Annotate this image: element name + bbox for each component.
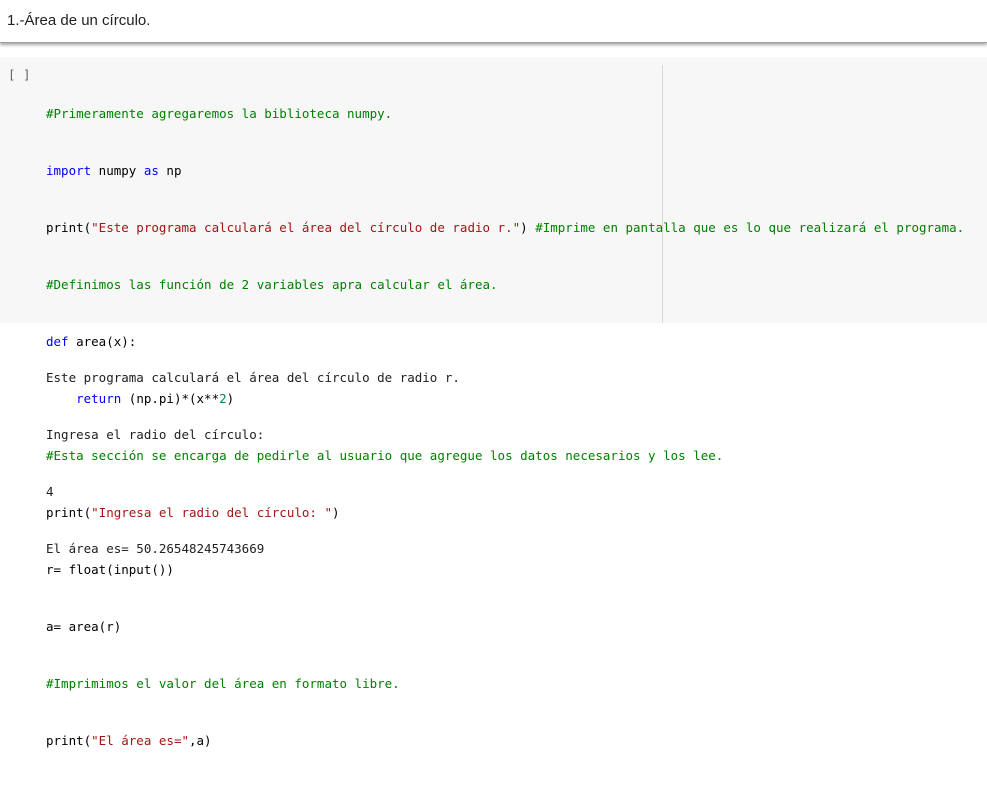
- cell-output: Este programa calculará el área del círc…: [46, 330, 460, 577]
- code-line: #Definimos las función de 2 variables ap…: [46, 277, 498, 292]
- code-cell[interactable]: [ ] #Primeramente agregaremos la bibliot…: [0, 57, 987, 748]
- text-cell[interactable]: 1.-Área de un círculo.: [0, 0, 987, 43]
- code-line: #Primeramente agregaremos la biblioteca …: [46, 106, 393, 121]
- output-line: Este programa calculará el área del círc…: [46, 370, 460, 385]
- code-line: a= area(r): [46, 619, 122, 634]
- code-line: print("El área es=",a): [46, 733, 212, 748]
- section-heading: 1.-Área de un círculo.: [7, 12, 151, 29]
- output-line: El área es= 50.26548245743669: [46, 541, 265, 556]
- code-line: print("Este programa calculará el área d…: [46, 220, 965, 235]
- code-line: import numpy as np: [46, 163, 182, 178]
- run-cell-button[interactable]: [ ]: [8, 67, 31, 82]
- output-line: Ingresa el radio del círculo:: [46, 427, 265, 442]
- output-line: 4: [46, 484, 54, 499]
- code-line: #Imprimimos el valor del área en formato…: [46, 676, 400, 691]
